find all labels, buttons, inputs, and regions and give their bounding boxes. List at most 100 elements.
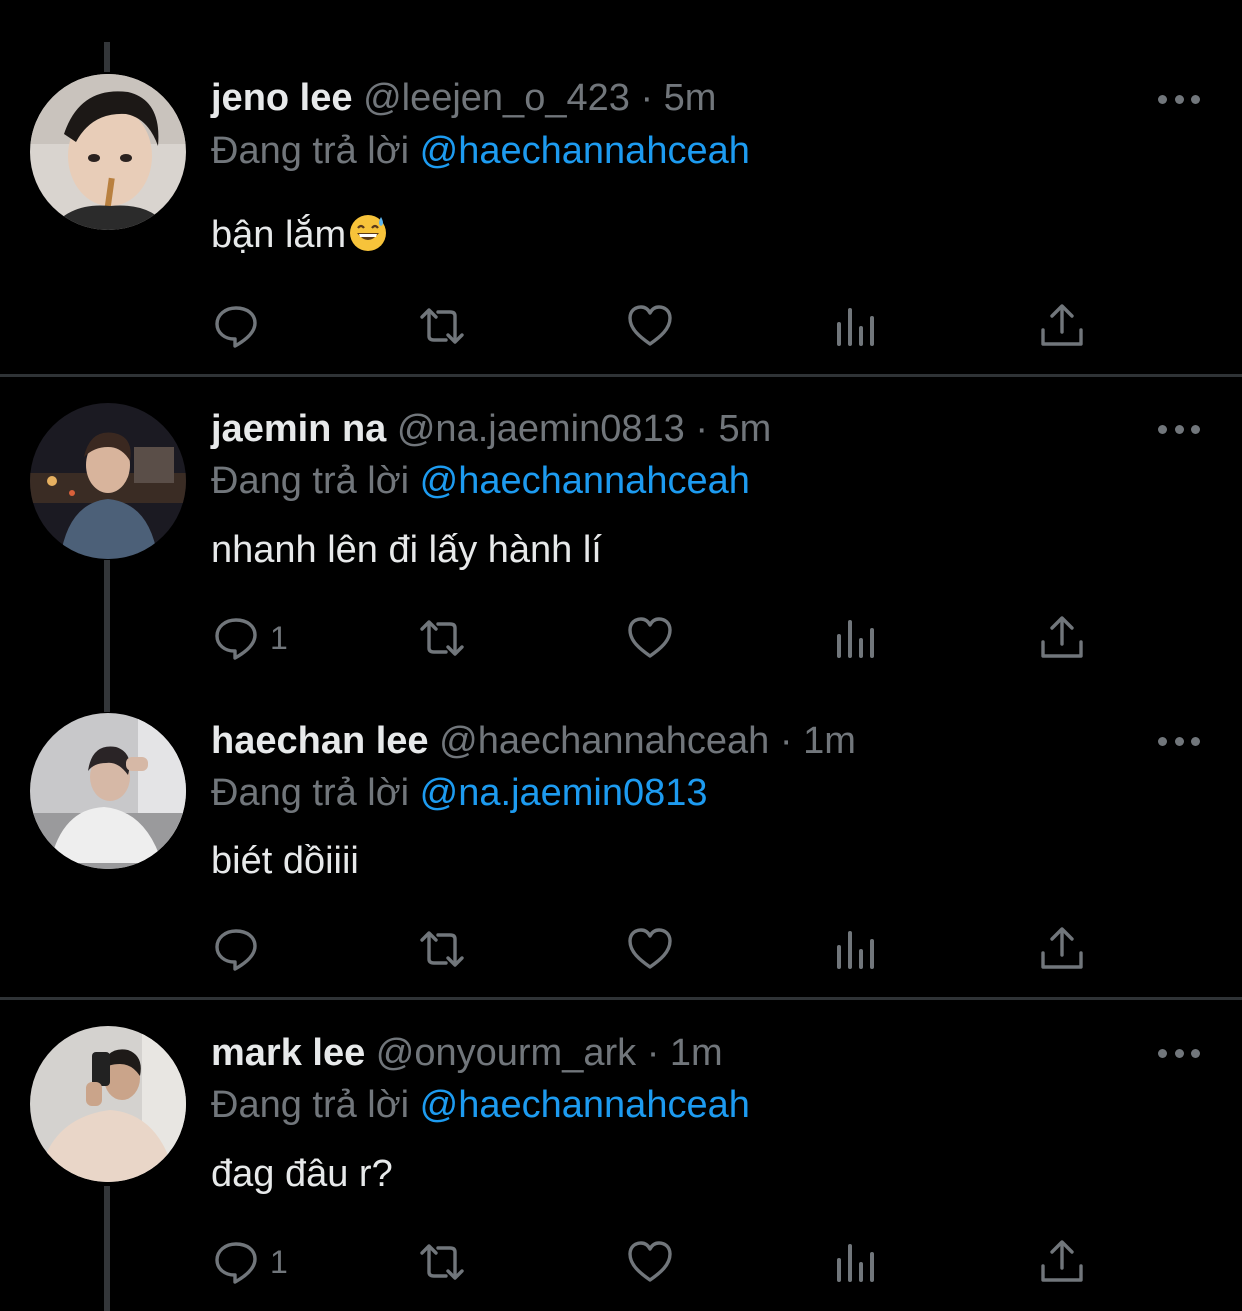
tweet[interactable]: haechan lee @haechannahceah · 1m Đang tr…	[0, 687, 1242, 997]
share-icon	[1041, 927, 1083, 969]
replying-to: Đang trả lời @haechannahceah	[211, 127, 750, 175]
reply-icon	[215, 618, 257, 660]
username[interactable]: @onyourm_ark	[376, 1032, 636, 1074]
analytics-icon	[837, 1244, 874, 1282]
display-name[interactable]: jaemin na	[211, 408, 386, 450]
reply-count: 1	[270, 1243, 288, 1280]
replying-label: Đang trả lời	[211, 460, 410, 502]
share-button[interactable]	[1038, 298, 1086, 354]
timestamp[interactable]: 1m	[670, 1032, 723, 1074]
like-icon	[628, 305, 672, 346]
tweet-header: jaemin na @na.jaemin0813 · 5m	[211, 405, 771, 453]
tweet-header: haechan lee @haechannahceah · 1m	[211, 717, 856, 765]
like-button[interactable]	[626, 1234, 674, 1290]
display-name[interactable]: haechan lee	[211, 720, 429, 762]
avatar[interactable]	[30, 713, 186, 869]
retweet-icon	[420, 1244, 464, 1280]
avatar[interactable]	[30, 1026, 186, 1182]
separator-dot: ·	[695, 408, 708, 450]
tweet-actions: 1	[0, 610, 1242, 666]
like-button[interactable]	[626, 921, 674, 977]
tweet-text-content: bận lắm	[211, 214, 347, 256]
analytics-icon	[837, 931, 874, 969]
retweet-button[interactable]	[418, 921, 466, 977]
share-icon	[1041, 1240, 1083, 1282]
replying-to: Đang trả lời @haechannahceah	[211, 457, 750, 505]
reply-timeline: jeno lee @leejen_o_423 · 5m Đang trả lời…	[0, 0, 1242, 1311]
replying-label: Đang trả lời	[211, 1084, 410, 1126]
analytics-button[interactable]	[832, 298, 880, 354]
share-icon	[1041, 616, 1083, 658]
like-icon	[628, 1241, 672, 1282]
retweet-icon	[420, 620, 464, 656]
more-options-icon[interactable]	[1158, 419, 1200, 439]
tweet-actions	[0, 298, 1242, 354]
avatar-photo	[30, 74, 186, 230]
tweet[interactable]: jeno lee @leejen_o_423 · 5m Đang trả lời…	[0, 0, 1242, 374]
reply-button[interactable]: 1	[212, 1234, 288, 1290]
mention-link[interactable]: @na.jaemin0813	[420, 772, 708, 814]
analytics-icon	[837, 308, 874, 346]
reply-button[interactable]	[212, 921, 270, 977]
analytics-icon	[837, 620, 874, 658]
retweet-icon	[420, 931, 464, 967]
more-options-icon[interactable]	[1158, 89, 1200, 109]
tweet-actions	[0, 921, 1242, 977]
mention-link[interactable]: @haechannahceah	[420, 130, 750, 172]
retweet-button[interactable]	[418, 1234, 466, 1290]
mention-link[interactable]: @haechannahceah	[420, 1084, 750, 1126]
separator-dot: ·	[640, 77, 654, 119]
reply-button[interactable]: 1	[212, 610, 288, 666]
share-button[interactable]	[1038, 610, 1086, 666]
avatar-photo	[30, 713, 186, 869]
tweet[interactable]: jaemin na @na.jaemin0813 · 5m Đang trả l…	[0, 377, 1242, 687]
retweet-button[interactable]	[418, 610, 466, 666]
mention-link[interactable]: @haechannahceah	[420, 460, 750, 502]
analytics-button[interactable]	[832, 1234, 880, 1290]
avatar[interactable]	[30, 74, 186, 230]
display-name[interactable]: jeno lee	[211, 77, 353, 119]
tweet-text: bận lắm	[211, 211, 388, 259]
analytics-button[interactable]	[832, 610, 880, 666]
separator-dot: ·	[646, 1032, 660, 1074]
grinning-sweat-emoji-icon	[350, 215, 387, 251]
share-button[interactable]	[1038, 921, 1086, 977]
timestamp[interactable]: 5m	[719, 408, 772, 450]
username[interactable]: @na.jaemin0813	[397, 408, 685, 450]
like-button[interactable]	[626, 610, 674, 666]
reply-button[interactable]	[212, 298, 270, 354]
replying-to: Đang trả lời @haechannahceah	[211, 1081, 750, 1129]
timestamp[interactable]: 1m	[803, 720, 856, 762]
tweet-text: biét dồiiii	[211, 840, 359, 882]
analytics-button[interactable]	[832, 921, 880, 977]
like-icon	[628, 617, 672, 658]
more-options-icon[interactable]	[1158, 1043, 1200, 1063]
share-button[interactable]	[1038, 1234, 1086, 1290]
avatar-photo	[30, 403, 186, 559]
retweet-button[interactable]	[418, 298, 466, 354]
reply-icon	[215, 1242, 257, 1284]
reply-count: 1	[270, 619, 288, 656]
replying-to: Đang trả lời @na.jaemin0813	[211, 769, 708, 817]
username[interactable]: @leejen_o_423	[363, 77, 630, 119]
timestamp[interactable]: 5m	[664, 77, 717, 119]
tweet-text: nhanh lên đi lấy hành lí	[211, 529, 602, 571]
like-icon	[628, 928, 672, 969]
separator-dot: ·	[779, 720, 793, 762]
reply-icon	[215, 306, 257, 348]
tweet[interactable]: mark lee @onyourm_ark · 1m Đang trả lời …	[0, 1000, 1242, 1311]
avatar[interactable]	[30, 403, 186, 559]
share-icon	[1041, 304, 1083, 346]
retweet-icon	[420, 308, 464, 344]
like-button[interactable]	[626, 298, 674, 354]
replying-label: Đang trả lời	[211, 130, 410, 172]
display-name[interactable]: mark lee	[211, 1032, 365, 1074]
reply-icon	[215, 929, 257, 971]
replying-label: Đang trả lời	[211, 772, 410, 814]
tweet-header: mark lee @onyourm_ark · 1m	[211, 1029, 723, 1077]
tweet-text: đag đâu r?	[211, 1153, 393, 1195]
avatar-photo	[30, 1026, 186, 1182]
more-options-icon[interactable]	[1158, 731, 1200, 751]
tweet-actions: 1	[0, 1234, 1242, 1290]
username[interactable]: @haechannahceah	[439, 720, 769, 762]
